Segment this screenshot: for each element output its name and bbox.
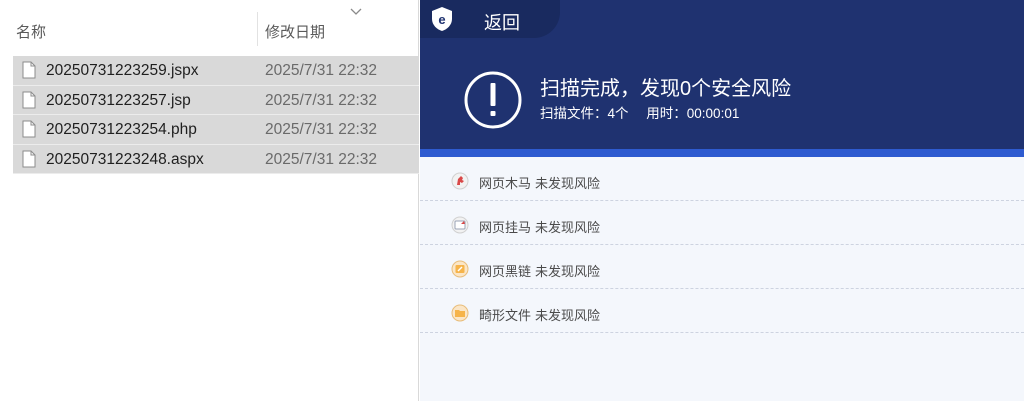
accent-strip [420, 149, 1024, 157]
file-row[interactable]: 20250731223257.jsp 2025/7/31 22:32 [13, 85, 419, 115]
column-date-header[interactable]: 修改日期 [265, 21, 325, 42]
black-link-icon [451, 260, 469, 278]
column-separator[interactable] [257, 12, 258, 46]
svg-text:e: e [438, 12, 445, 27]
exclamation-circle-icon [464, 71, 522, 129]
time-used: 用时：00:00:01 [646, 106, 740, 121]
chevron-down-icon[interactable] [350, 8, 362, 16]
shield-logo-icon: e [432, 7, 452, 31]
result-item: 网页木马 未发现风险 [420, 157, 1024, 201]
file-date: 2025/7/31 22:32 [265, 121, 378, 138]
hanging-horse-icon [451, 216, 469, 234]
file-row[interactable]: 20250731223254.php 2025/7/31 22:32 [13, 115, 419, 145]
scan-result-panel: e 返回 扫描完成，发现0个安全风险 扫描文件：4个 用时：00:00:01 网… [420, 0, 1024, 401]
file-icon [22, 91, 36, 108]
result-label: 畸形文件 未发现风险 [479, 305, 600, 324]
result-status: 未发现风险 [535, 176, 601, 191]
back-label: 返回 [484, 13, 520, 33]
file-name: 20250731223257.jsp [46, 91, 191, 109]
file-icon [22, 150, 36, 167]
explorer-column-header: 名称 修改日期 [0, 0, 419, 56]
file-name: 20250731223259.jspx [46, 62, 199, 79]
file-date: 2025/7/31 22:32 [265, 62, 378, 79]
file-row[interactable]: 20250731223259.jspx 2025/7/31 22:32 [13, 56, 419, 86]
file-icon [22, 120, 36, 138]
files-scanned-count: 扫描文件：4个 [540, 106, 629, 121]
file-icon [22, 61, 36, 79]
file-name: 20250731223248.aspx [46, 150, 204, 168]
file-list: 20250731223259.jspx 2025/7/31 22:32 2025… [13, 56, 419, 174]
scan-summary-meta: 扫描文件：4个 用时：00:00:01 [540, 102, 743, 122]
result-category: 网页黑链 [479, 264, 532, 279]
result-category: 畸形文件 [479, 308, 532, 323]
result-status: 未发现风险 [535, 308, 601, 323]
result-status: 未发现风险 [535, 220, 601, 235]
result-item: 畸形文件 未发现风险 [420, 289, 1024, 333]
result-label: 网页黑链 未发现风险 [479, 261, 600, 280]
scan-results-list: 网页木马 未发现风险 网页挂马 未发现风险 网页黑链 未发现风险 畸形文件 未发… [420, 157, 1024, 333]
malformed-file-icon [451, 304, 469, 322]
back-button[interactable]: e 返回 [420, 0, 560, 38]
file-name: 20250731223254.php [46, 121, 197, 138]
file-row[interactable]: 20250731223248.aspx 2025/7/31 22:32 [13, 144, 419, 174]
result-category: 网页木马 [479, 176, 532, 191]
scan-summary-header: e 返回 扫描完成，发现0个安全风险 扫描文件：4个 用时：00:00:01 [420, 0, 1024, 150]
scan-summary-title: 扫描完成，发现0个安全风险 [540, 78, 792, 100]
file-explorer: 名称 修改日期 20250731223259.jspx 2025/7/31 22… [0, 0, 419, 401]
file-date: 2025/7/31 22:32 [265, 91, 378, 109]
result-item: 网页黑链 未发现风险 [420, 245, 1024, 289]
result-label: 网页挂马 未发现风险 [479, 217, 600, 236]
column-name-header[interactable]: 名称 [16, 21, 46, 42]
result-status: 未发现风险 [535, 264, 601, 279]
file-date: 2025/7/31 22:32 [265, 150, 378, 168]
result-item: 网页挂马 未发现风险 [420, 201, 1024, 245]
result-category: 网页挂马 [479, 220, 532, 235]
trojan-icon [451, 172, 469, 190]
result-label: 网页木马 未发现风险 [479, 173, 600, 192]
